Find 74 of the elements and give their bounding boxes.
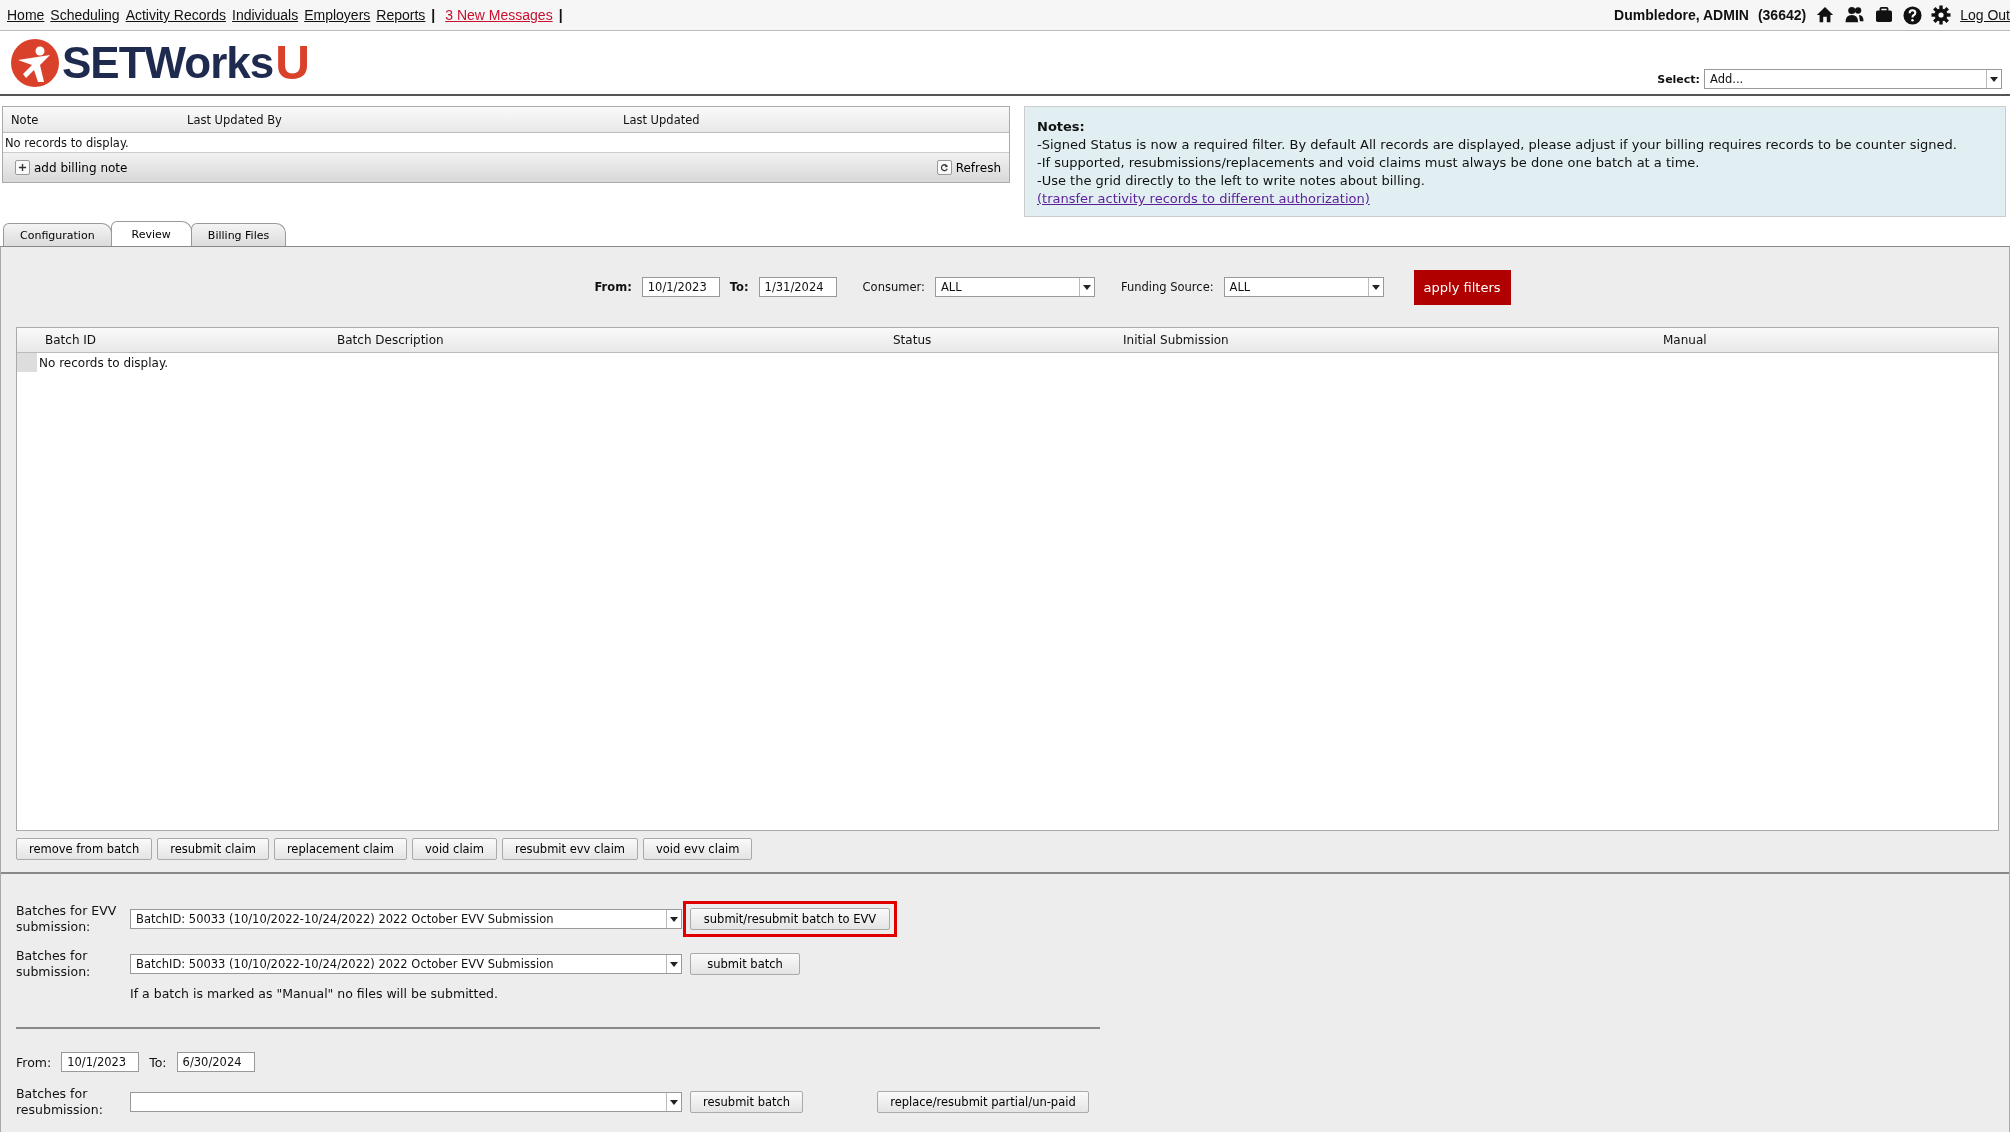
empty-message: No records to display. <box>5 135 129 150</box>
replace-partial-button[interactable]: replace/resubmit partial/un-paid <box>877 1090 1089 1113</box>
grid-action-button[interactable]: remove from batch <box>16 838 153 860</box>
manual-batch-note: If a batch is marked as "Manual" no files will be submitted. <box>130 986 500 1001</box>
briefcase-icon[interactable] <box>1874 7 1895 23</box>
grid-action-button[interactable]: resubmit evv claim <box>502 838 639 860</box>
home-icon[interactable] <box>1815 6 1836 24</box>
logout-link[interactable]: Log Out <box>1960 7 2010 23</box>
column-header: Last Updated <box>622 112 701 127</box>
submission-batches-label: Batches for submission: <box>16 947 92 980</box>
evv-batch-dropdown[interactable]: BatchID: 50033 (10/10/2022-10/24/2022) 2022 October EVV Submission <box>130 908 682 929</box>
messages-link[interactable]: 3 New Messages <box>445 7 553 23</box>
column-header: Manual <box>1662 333 1708 347</box>
submit-evv-button[interactable]: submit/resubmit batch to EVV <box>690 907 890 930</box>
tab[interactable]: Billing Files <box>190 223 287 246</box>
refresh-icon <box>936 160 952 175</box>
consumer-label: Consumer: <box>862 280 925 294</box>
nav-link[interactable]: Activity Records <box>125 7 226 23</box>
note-line: -Use the grid directly to the left to write notes about billing. <box>1037 172 1426 190</box>
to-date-field[interactable]: 6/30/2024 <box>176 1052 255 1072</box>
logo-icon <box>10 37 60 88</box>
nav-link[interactable]: Individuals <box>232 7 299 23</box>
empty-message: No records to display. <box>39 355 169 370</box>
submit-batch-button[interactable]: submit batch <box>690 952 800 975</box>
column-header: Note <box>10 112 40 127</box>
resubmission-batch-dropdown[interactable] <box>130 1091 682 1112</box>
column-header: Initial Submission <box>1122 333 1230 347</box>
to-label: To: <box>149 1054 167 1070</box>
submission-batch-dropdown[interactable]: BatchID: 50033 (10/10/2022-10/24/2022) 2022 October EVV Submission <box>130 953 682 974</box>
grid-action-button[interactable]: void claim <box>412 838 498 860</box>
note-line: -Signed Status is now a required filter. By default All records are displayed, please adjust if your billing requires records to be counter signed. <box>1037 136 1958 154</box>
people-icon[interactable] <box>1844 6 1866 24</box>
to-date-field[interactable]: 1/31/2024 <box>758 277 837 297</box>
nav-link[interactable]: Scheduling <box>50 7 120 23</box>
add-billing-note-button[interactable]: add billing note <box>15 160 128 175</box>
nav-link[interactable]: Home <box>7 7 45 23</box>
from-label: From: <box>594 280 632 294</box>
evv-batches-label: Batches for EVV submission: <box>16 902 118 935</box>
help-icon[interactable] <box>1903 5 1923 25</box>
consumer-dropdown[interactable]: ALL <box>934 277 1095 297</box>
separator: | <box>558 7 563 23</box>
separator: | <box>431 7 436 23</box>
column-header: Status <box>892 333 933 347</box>
transfer-link[interactable]: (transfer activity records to different authorization) <box>1037 191 1370 206</box>
funding-source-label: Funding Source: <box>1120 280 1214 294</box>
grid-action-button[interactable]: resubmit claim <box>157 838 269 860</box>
logo-text: SETWorks <box>62 37 274 88</box>
from-label: From: <box>16 1054 52 1070</box>
tab[interactable]: Configuration <box>3 223 112 246</box>
column-header: Batch ID <box>44 333 98 347</box>
user-name: Dumbledore, ADMIN <box>1614 7 1749 23</box>
grid-action-button[interactable]: replacement claim <box>273 838 408 860</box>
user-id: (36642) <box>1757 7 1807 23</box>
nav-link[interactable]: Reports <box>376 7 426 23</box>
row-selector-cell <box>17 353 37 372</box>
apply-filters-button[interactable]: apply filters <box>1413 269 1511 305</box>
resubmit-batch-button[interactable]: resubmit batch <box>690 1090 804 1113</box>
select-label: Select: <box>1657 72 1700 86</box>
column-header: Last Updated By <box>186 112 283 127</box>
resubmission-batches-label: Batches for resubmission: <box>16 1085 104 1118</box>
nav-link[interactable]: Employers <box>304 7 371 23</box>
funding-source-dropdown[interactable]: ALL <box>1223 277 1384 297</box>
notes-title: Notes: <box>1037 118 1086 136</box>
note-line: -If supported, resubmissions/replacements and void claims must always be done one batch at a time. <box>1037 154 1701 172</box>
column-header: Batch Description <box>336 333 445 347</box>
to-label: To: <box>729 280 749 294</box>
grid-action-button[interactable]: void evv claim <box>643 838 753 860</box>
logo-accent-text: U <box>275 35 310 90</box>
settings-icon[interactable] <box>1931 5 1952 25</box>
from-date-field[interactable]: 10/1/2023 <box>641 277 720 297</box>
from-date-field[interactable]: 10/1/2023 <box>61 1052 140 1072</box>
add-dropdown[interactable]: Add... <box>1704 69 2002 89</box>
plus-icon <box>15 160 30 175</box>
refresh-button[interactable]: Refresh <box>936 160 1001 175</box>
